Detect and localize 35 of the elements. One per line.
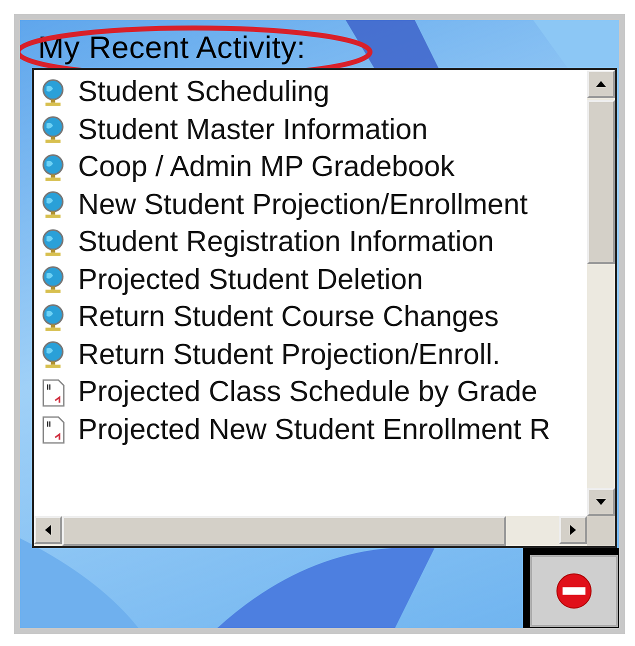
activity-item[interactable]: Projected New Student Enrollment R xyxy=(40,412,587,449)
globe-icon xyxy=(40,266,66,294)
activity-item[interactable]: New Student Projection/Enrollment xyxy=(40,186,587,224)
activity-item[interactable]: Student Registration Information xyxy=(40,224,587,262)
no-entry-icon xyxy=(555,572,593,610)
vertical-scrollbar[interactable] xyxy=(587,70,615,516)
down-arrow-icon xyxy=(596,497,606,507)
remove-button[interactable] xyxy=(530,555,618,627)
globe-icon xyxy=(40,116,66,144)
activity-item[interactable]: Projected Student Deletion xyxy=(40,262,587,299)
scrollbar-corner xyxy=(587,516,615,546)
globe-icon xyxy=(40,154,66,182)
activity-item[interactable]: Student Master Information xyxy=(40,112,587,149)
scroll-thumb[interactable] xyxy=(587,100,615,264)
globe-icon xyxy=(40,191,66,220)
scroll-down-button[interactable] xyxy=(587,488,615,516)
activity-item[interactable]: Student Scheduling xyxy=(40,74,587,112)
scroll-right-button[interactable] xyxy=(559,516,587,544)
document-icon xyxy=(40,416,66,444)
globe-icon xyxy=(40,304,66,332)
up-arrow-icon xyxy=(596,79,606,89)
horizontal-scrollbar[interactable] xyxy=(34,516,615,546)
scroll-left-button[interactable] xyxy=(34,516,62,544)
left-arrow-icon xyxy=(43,525,53,535)
right-arrow-icon xyxy=(568,525,578,535)
document-icon xyxy=(40,378,66,407)
scroll-thumb[interactable] xyxy=(62,516,506,546)
activity-item[interactable]: Return Student Course Changes xyxy=(40,299,587,336)
globe-icon xyxy=(40,78,66,107)
scroll-up-button[interactable] xyxy=(587,70,615,98)
globe-icon xyxy=(40,341,66,370)
activity-item[interactable]: Return Student Projection/Enroll. xyxy=(40,336,587,374)
globe-icon xyxy=(40,228,66,257)
activity-item[interactable]: Coop / Admin MP Gradebook xyxy=(40,149,587,186)
activity-item[interactable]: Projected Class Schedule by Grade xyxy=(40,374,587,412)
